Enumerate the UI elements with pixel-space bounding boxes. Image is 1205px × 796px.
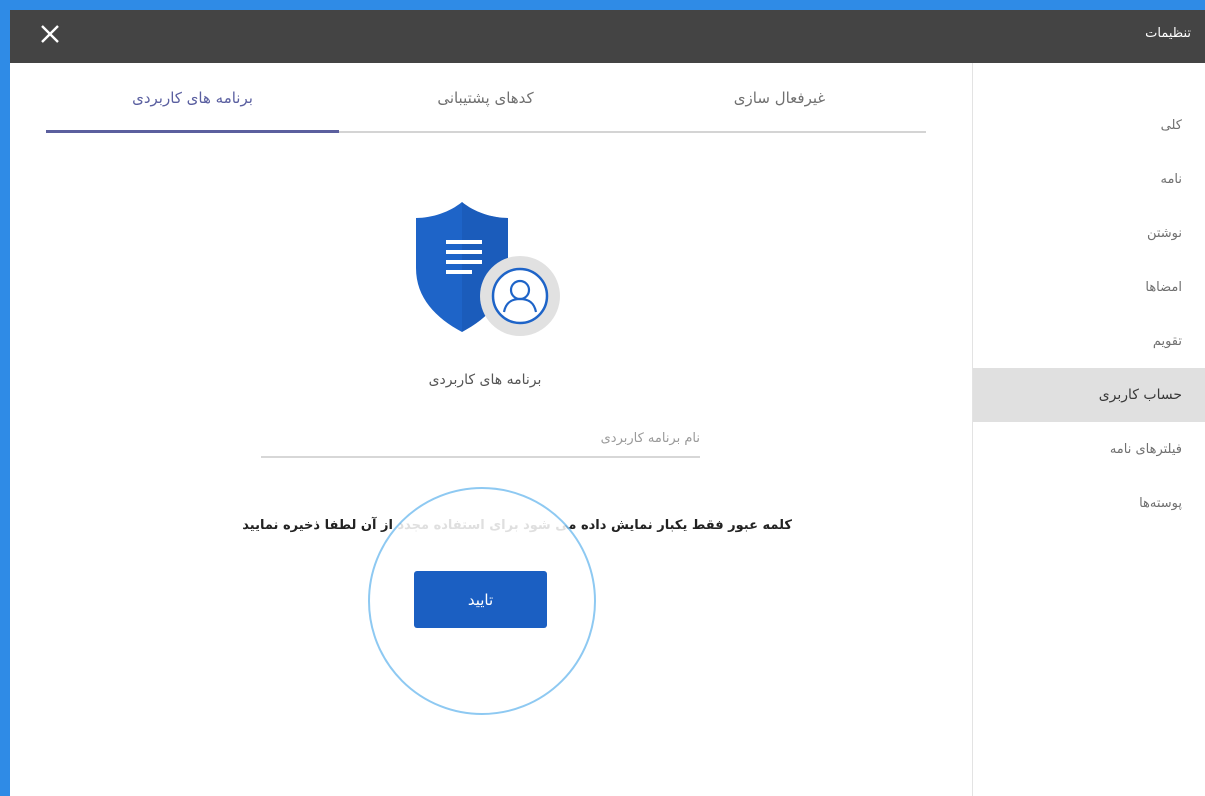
sidebar-item-label: فیلترهای نامه [1109, 441, 1182, 457]
confirm-button[interactable]: تایید [414, 571, 547, 628]
active-tab-indicator [46, 130, 339, 133]
sidebar-item-account[interactable]: حساب کاربری [973, 368, 1205, 422]
sidebar-item-mail-filters[interactable]: فیلترهای نامه [973, 422, 1205, 476]
sidebar-item-label: نامه [1160, 171, 1182, 187]
tab-deactivation[interactable]: غیرفعال سازی [633, 63, 926, 133]
sidebar-item-compose[interactable]: نوشتن [973, 206, 1205, 260]
settings-sidebar: کلی نامه نوشتن امضاها تقویم حساب کاربری … [972, 63, 1205, 796]
sidebar-item-label: نوشتن [1146, 225, 1182, 241]
sidebar-item-label: تقویم [1152, 333, 1182, 349]
shield-user-icon [410, 198, 560, 338]
sidebar-item-label: حساب کاربری [1098, 387, 1182, 403]
applications-heading: برنامه های کاربردی [428, 372, 542, 388]
tab-label: غیرفعال سازی [733, 89, 826, 107]
tab-label: کدهای پشتیبانی [437, 89, 534, 107]
tab-label: برنامه های کاربردی [132, 89, 253, 107]
sidebar-item-label: پوسته‌ها [1139, 495, 1182, 511]
sidebar-item-general[interactable]: کلی [973, 98, 1205, 152]
sidebar-item-label: امضاها [1145, 279, 1182, 295]
close-icon[interactable] [36, 20, 64, 48]
account-tabs: غیرفعال سازی کدهای پشتیبانی برنامه های ک… [46, 63, 926, 133]
window-title: تنظیمات [1145, 26, 1191, 41]
title-bar: تنظیمات [10, 10, 1205, 63]
sidebar-item-signatures[interactable]: امضاها [973, 260, 1205, 314]
sidebar-item-label: کلی [1160, 117, 1182, 133]
app-name-field [261, 422, 700, 458]
sidebar-item-themes[interactable]: پوسته‌ها [973, 476, 1205, 530]
sidebar-item-calendar[interactable]: تقویم [973, 314, 1205, 368]
tab-applications[interactable]: برنامه های کاربردی [46, 63, 339, 133]
sidebar-item-mail[interactable]: نامه [973, 152, 1205, 206]
app-name-input[interactable] [261, 422, 700, 454]
tab-backup-codes[interactable]: کدهای پشتیبانی [339, 63, 632, 133]
